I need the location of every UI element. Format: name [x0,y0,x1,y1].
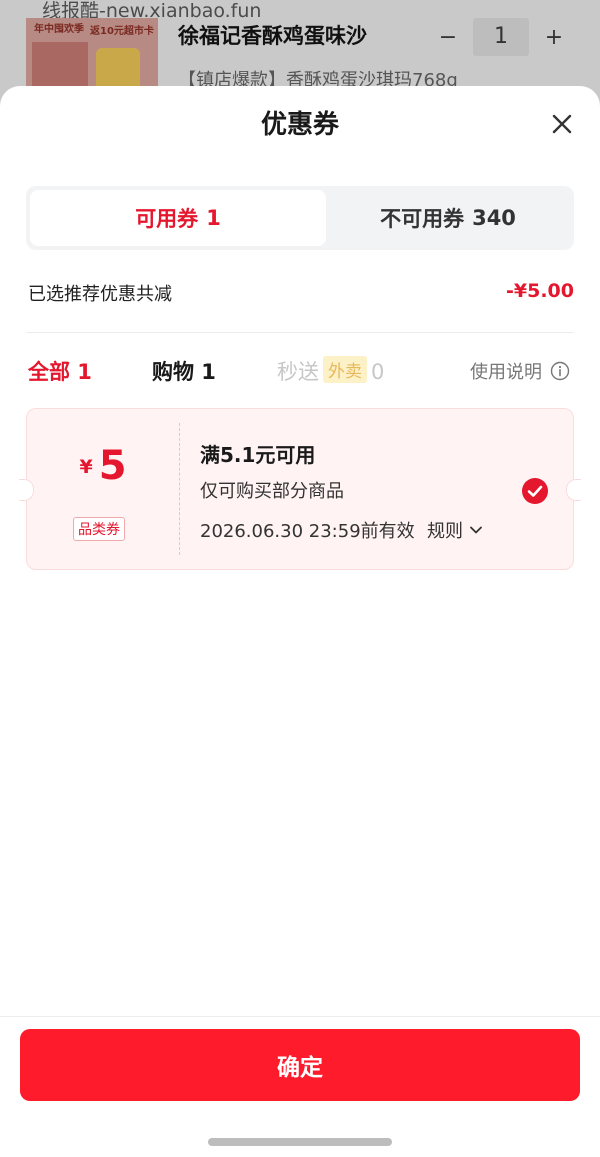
coupon-rules-label: 规则 [427,521,463,542]
minus-button[interactable]: − [426,25,470,50]
quantity-stepper: − 1 + [426,18,576,56]
sheet-title: 优惠券 [260,110,339,140]
tab-unavailable[interactable]: 不可用券 340 [326,190,570,246]
filter-miaosong[interactable]: 秒送 外卖 0 [277,356,384,386]
info-icon [550,361,570,381]
footer-divider [0,1016,600,1017]
filter-miaosong-label: 秒送 [277,360,319,384]
divider [26,332,574,333]
coupon-card[interactable]: ¥5 品类券 满5.1元可用 仅可购买部分商品 2026.06.30 23:59… [19,408,581,570]
plus-button[interactable]: + [532,25,576,50]
filter-shopping[interactable]: 购物 1 [152,356,216,386]
coupon-validity: 2026.06.30 23:59前有效 [200,521,415,542]
product-title: 徐福记香酥鸡蛋味沙 [178,24,367,48]
filter-miaosong-count: 0 [371,360,385,384]
coupon-notch-right [566,479,581,501]
checkmark-icon[interactable] [521,477,549,505]
coupon-description: 仅可购买部分商品 [200,481,344,502]
close-icon [552,114,572,134]
coupon-tabs: 可用券 1 不可用券 340 [26,186,574,250]
coupon-currency: ¥ [79,456,93,478]
tab-unavailable-count: 340 [472,206,516,230]
coupon-rules-toggle[interactable]: 规则 [427,517,483,543]
saving-label: 已选推荐优惠共减 [28,284,172,305]
tab-available[interactable]: 可用券 1 [30,190,326,246]
saving-amount: -¥5.00 [506,280,574,302]
thumb-text-1: 年中囤欢季 [34,24,84,35]
coupon-value: ¥5 [27,443,179,489]
tab-available-label: 可用券 [135,207,199,231]
tab-available-count: 1 [206,206,221,230]
usage-instructions-label: 使用说明 [470,362,542,383]
thumb-text-2: 返10元超市卡 [90,26,154,37]
coupon-condition: 满5.1元可用 [200,443,316,467]
tab-unavailable-label: 不可用券 [380,207,465,231]
close-button[interactable] [546,108,578,140]
coupon-separator [179,423,180,555]
coupon-sheet: 优惠券 可用券 1 不可用券 340 已选推荐优惠共减 -¥5.00 全部 1 … [0,86,600,1157]
takeout-badge: 外卖 [323,356,367,383]
usage-instructions-link[interactable]: 使用说明 [470,358,570,384]
coupon-type-tag: 品类券 [73,517,125,541]
confirm-button[interactable]: 确定 [20,1029,580,1101]
filter-all[interactable]: 全部 1 [28,356,92,386]
chevron-down-icon [470,526,482,534]
quantity-value: 1 [473,18,529,56]
coupon-amount: 5 [98,443,127,489]
home-indicator [208,1138,392,1146]
coupon-value-area: ¥5 品类券 [27,409,179,569]
